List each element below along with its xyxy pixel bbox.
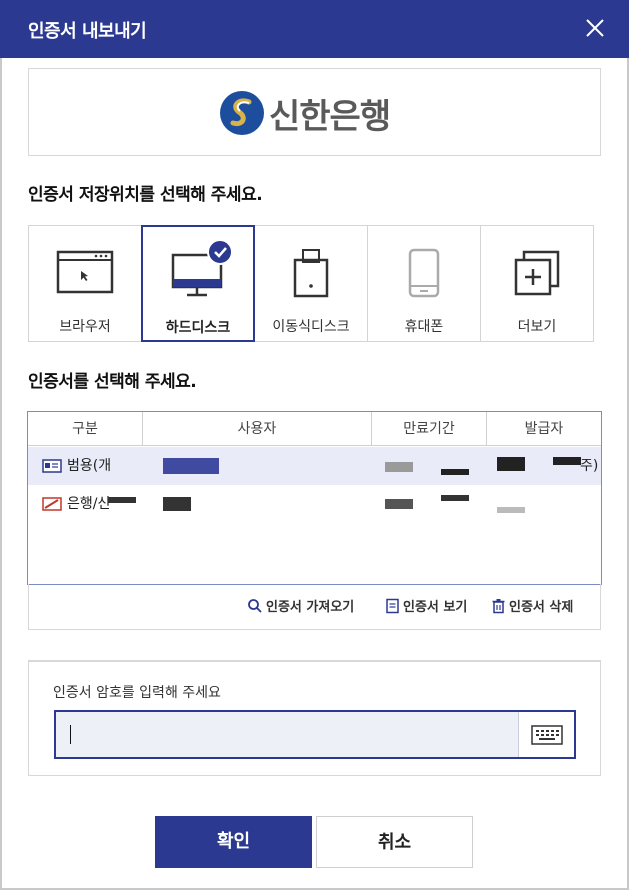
location-label: 하드디스크 (165, 320, 231, 336)
column-expiry: 만료기간 (372, 412, 487, 446)
usb-drive-icon (293, 249, 329, 298)
redacted-expiry (441, 495, 469, 501)
location-heading: 인증서 저장위치를 선택해 주세요. (28, 185, 263, 205)
document-icon (386, 598, 399, 613)
phone-icon (408, 248, 440, 298)
location-more[interactable]: 더보기 (480, 225, 594, 342)
bank-name: 신한은행 (269, 96, 391, 137)
delete-cert-label: 인증서 삭제 (509, 600, 574, 615)
virtual-keyboard-button[interactable] (518, 712, 574, 757)
column-issuer: 발급자 (524, 421, 564, 437)
redacted-issuer (497, 507, 525, 513)
column-user: 사용자 (143, 412, 372, 446)
password-label: 인증서 암호를 입력해 주세요 (53, 685, 221, 701)
selected-check-icon (207, 239, 233, 265)
table-row[interactable]: 범용(개 주) (28, 447, 601, 485)
location-options: 브라우저 하드디스크 이동식디스크 휴대폰 더보기 (28, 225, 597, 342)
redacted-expiry (385, 499, 413, 509)
shinhan-logo-icon (220, 91, 264, 135)
column-type: 구분 (28, 412, 143, 446)
view-cert-button[interactable]: 인증서 보기 (385, 596, 467, 615)
password-section: 인증서 암호를 입력해 주세요 (28, 660, 601, 776)
location-browser[interactable]: 브라우저 (28, 225, 142, 342)
redacted-user (163, 458, 219, 474)
import-cert-button[interactable]: 인증서 가져오기 (247, 596, 354, 615)
redacted-expiry (385, 462, 413, 472)
password-field[interactable] (54, 710, 576, 759)
text-caret (70, 725, 71, 744)
delete-cert-button[interactable]: 인증서 삭제 (491, 596, 573, 615)
view-cert-label: 인증서 보기 (403, 600, 468, 615)
bank-banner: 신한은행 (28, 68, 601, 156)
location-removable[interactable]: 이동식디스크 (254, 225, 368, 342)
cert-heading: 인증서를 선택해 주세요. (28, 372, 197, 392)
password-input[interactable] (56, 712, 516, 757)
import-cert-label: 인증서 가져오기 (266, 600, 355, 615)
close-icon[interactable] (581, 14, 609, 42)
redacted-user (163, 497, 191, 511)
location-label: 브라우저 (59, 319, 111, 335)
trash-icon (492, 598, 505, 613)
location-label: 더보기 (517, 319, 557, 335)
dialog-titlebar: 인증서 내보내기 (0, 0, 629, 58)
redacted-expiry (441, 469, 469, 475)
table-header: 구분 사용자 만료기간 발급자 (28, 412, 601, 446)
cert-bank-icon (42, 497, 62, 511)
location-harddisk[interactable]: 하드디스크 (141, 225, 255, 342)
more-plus-icon (514, 250, 560, 296)
bank-logo: 신한은행 (219, 89, 391, 137)
location-label: 휴대폰 (404, 319, 444, 335)
location-phone[interactable]: 휴대폰 (367, 225, 481, 342)
browser-window-icon (56, 250, 114, 294)
cert-type: 범용(개 (67, 458, 112, 474)
cert-table: 구분 사용자 만료기간 발급자 범용(개 주) 은행/신 (27, 411, 602, 585)
confirm-button[interactable]: 확인 (155, 816, 312, 868)
keyboard-icon (530, 724, 563, 745)
issuer-tail: 주) (580, 458, 599, 474)
table-row[interactable]: 은행/신 (28, 485, 601, 523)
cert-card-icon (42, 459, 62, 473)
redacted-type (108, 497, 136, 503)
cert-type: 은행/신 (67, 496, 111, 512)
cancel-button[interactable]: 취소 (316, 816, 473, 868)
dialog-title: 인증서 내보내기 (28, 21, 147, 42)
search-icon (248, 598, 262, 613)
cert-actions: 인증서 가져오기 인증서 보기 인증서 삭제 (28, 584, 601, 630)
location-label: 이동식디스크 (272, 319, 350, 335)
redacted-issuer (497, 457, 525, 471)
redacted-issuer (553, 457, 581, 465)
